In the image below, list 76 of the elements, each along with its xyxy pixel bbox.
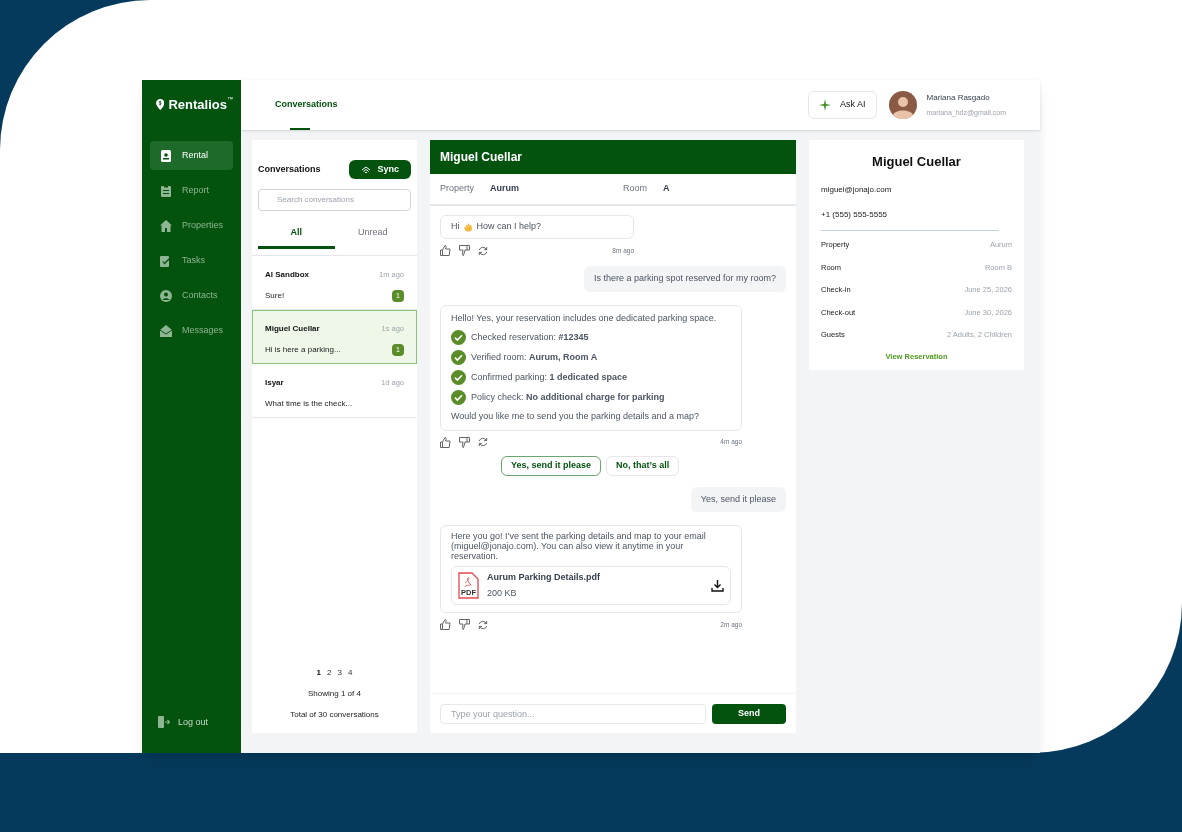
meta-value: A xyxy=(663,182,670,196)
download-icon[interactable] xyxy=(711,579,724,592)
check-circle-icon xyxy=(451,370,466,385)
page-summary: Showing 1 of 4 xyxy=(308,688,361,700)
message-preview: What time is the check... xyxy=(265,398,353,410)
page-link[interactable]: 1 xyxy=(316,667,322,679)
message-text: Hello! Yes, your reservation includes one dedicated parking space. xyxy=(451,311,718,325)
page-link[interactable]: 4 xyxy=(347,667,353,679)
sparkle-icon xyxy=(819,98,832,112)
send-button[interactable]: Send xyxy=(712,703,786,724)
user-message: Yes, send it please xyxy=(690,486,786,512)
refresh-icon[interactable] xyxy=(478,437,488,447)
page-link[interactable]: 3 xyxy=(337,667,342,679)
refresh-icon[interactable] xyxy=(478,619,488,630)
nav-item[interactable]: Tasks xyxy=(150,246,233,275)
header-tab[interactable]: Conversations xyxy=(271,80,342,130)
message-preview: Sure! xyxy=(265,290,285,302)
id-badge-icon xyxy=(160,149,172,162)
refresh-icon[interactable] xyxy=(478,245,488,256)
message-preview: Hi is here a parking... xyxy=(265,344,341,356)
nav-item[interactable]: Properties xyxy=(150,211,233,240)
check-circle-icon xyxy=(451,350,466,365)
guest-phone: +1 (555) 555-5555 xyxy=(821,208,889,221)
envelope-icon xyxy=(160,324,172,337)
sync-button[interactable]: Sync xyxy=(349,160,411,179)
thumbs-up-icon[interactable] xyxy=(440,436,451,448)
edit-icon xyxy=(160,254,172,267)
check-circle-icon xyxy=(451,330,466,345)
quick-reply-button[interactable]: Yes, send it please xyxy=(501,455,602,476)
total-count: Total of 30 conversations xyxy=(290,709,379,721)
nav-item[interactable]: Messages xyxy=(150,316,233,345)
home-icon xyxy=(160,219,172,232)
quick-reply-button[interactable]: No, that’s all xyxy=(606,455,680,476)
logout-icon xyxy=(158,716,170,729)
clipboard-icon xyxy=(160,184,172,197)
file-name: Aurum Parking Details.pdf xyxy=(487,570,602,584)
check-circle-icon xyxy=(451,390,466,405)
thumbs-up-icon[interactable] xyxy=(440,619,451,630)
page-link[interactable]: 2 xyxy=(327,667,332,679)
file-size: 200 KB xyxy=(487,587,518,600)
guest-name: Miguel Cuellar xyxy=(871,153,962,171)
guest-email: miguel@jonajo.com xyxy=(821,183,893,196)
chat-header: Miguel Cuellar xyxy=(430,140,796,174)
contact-name: AI Sandbox xyxy=(265,269,309,281)
contact-name: Isyar xyxy=(265,377,284,389)
nav-item[interactable]: Report xyxy=(150,176,233,205)
user-name: Mariana Rasgado xyxy=(926,91,991,104)
user-message: Is there a parking spot reserved for my room? xyxy=(583,266,786,292)
ask-ai-button[interactable]: Ask AI xyxy=(808,91,877,119)
thumbs-down-icon[interactable] xyxy=(459,619,470,630)
nav-item[interactable]: Rental xyxy=(150,141,233,170)
meta-value: Aurum xyxy=(490,182,519,196)
filter-tab[interactable]: Unread xyxy=(334,219,411,249)
check-item: Verified room: Aurum, Room A xyxy=(471,350,598,364)
logo-icon xyxy=(156,96,165,113)
bot-message: Hi How can I help? xyxy=(440,215,634,239)
meta-label: Room xyxy=(623,182,647,196)
thumbs-up-icon[interactable] xyxy=(440,245,451,256)
user-icon xyxy=(160,289,172,302)
message-input[interactable]: Type your question... xyxy=(440,703,706,724)
contact-name: Miguel Cuellar xyxy=(265,323,320,335)
waving-hand-icon xyxy=(463,222,473,232)
panel-title: Conversations xyxy=(258,162,321,176)
check-item: Checked reservation: #12345 xyxy=(471,330,589,344)
nav-item[interactable]: Contacts xyxy=(150,281,233,310)
message-text: Here you go! I’ve sent the parking details and map to your email (miguel@jonajo.com). You can also view it anytime in your reservation. xyxy=(451,531,707,561)
filter-tab[interactable]: All xyxy=(258,219,335,249)
meta-label: Property xyxy=(440,182,474,196)
thumbs-down-icon[interactable] xyxy=(459,436,470,448)
logout-link[interactable]: Log out xyxy=(178,715,209,729)
message-text: Would you like me to send you the parking details and a map? xyxy=(451,410,700,423)
brand-name: Rentalios xyxy=(168,96,227,113)
check-item: Confirmed parking: 1 dedicated space xyxy=(471,370,628,384)
sync-icon xyxy=(361,165,372,174)
check-item: Policy check: No additional charge for parking xyxy=(471,390,665,404)
thumbs-down-icon[interactable] xyxy=(459,245,470,256)
